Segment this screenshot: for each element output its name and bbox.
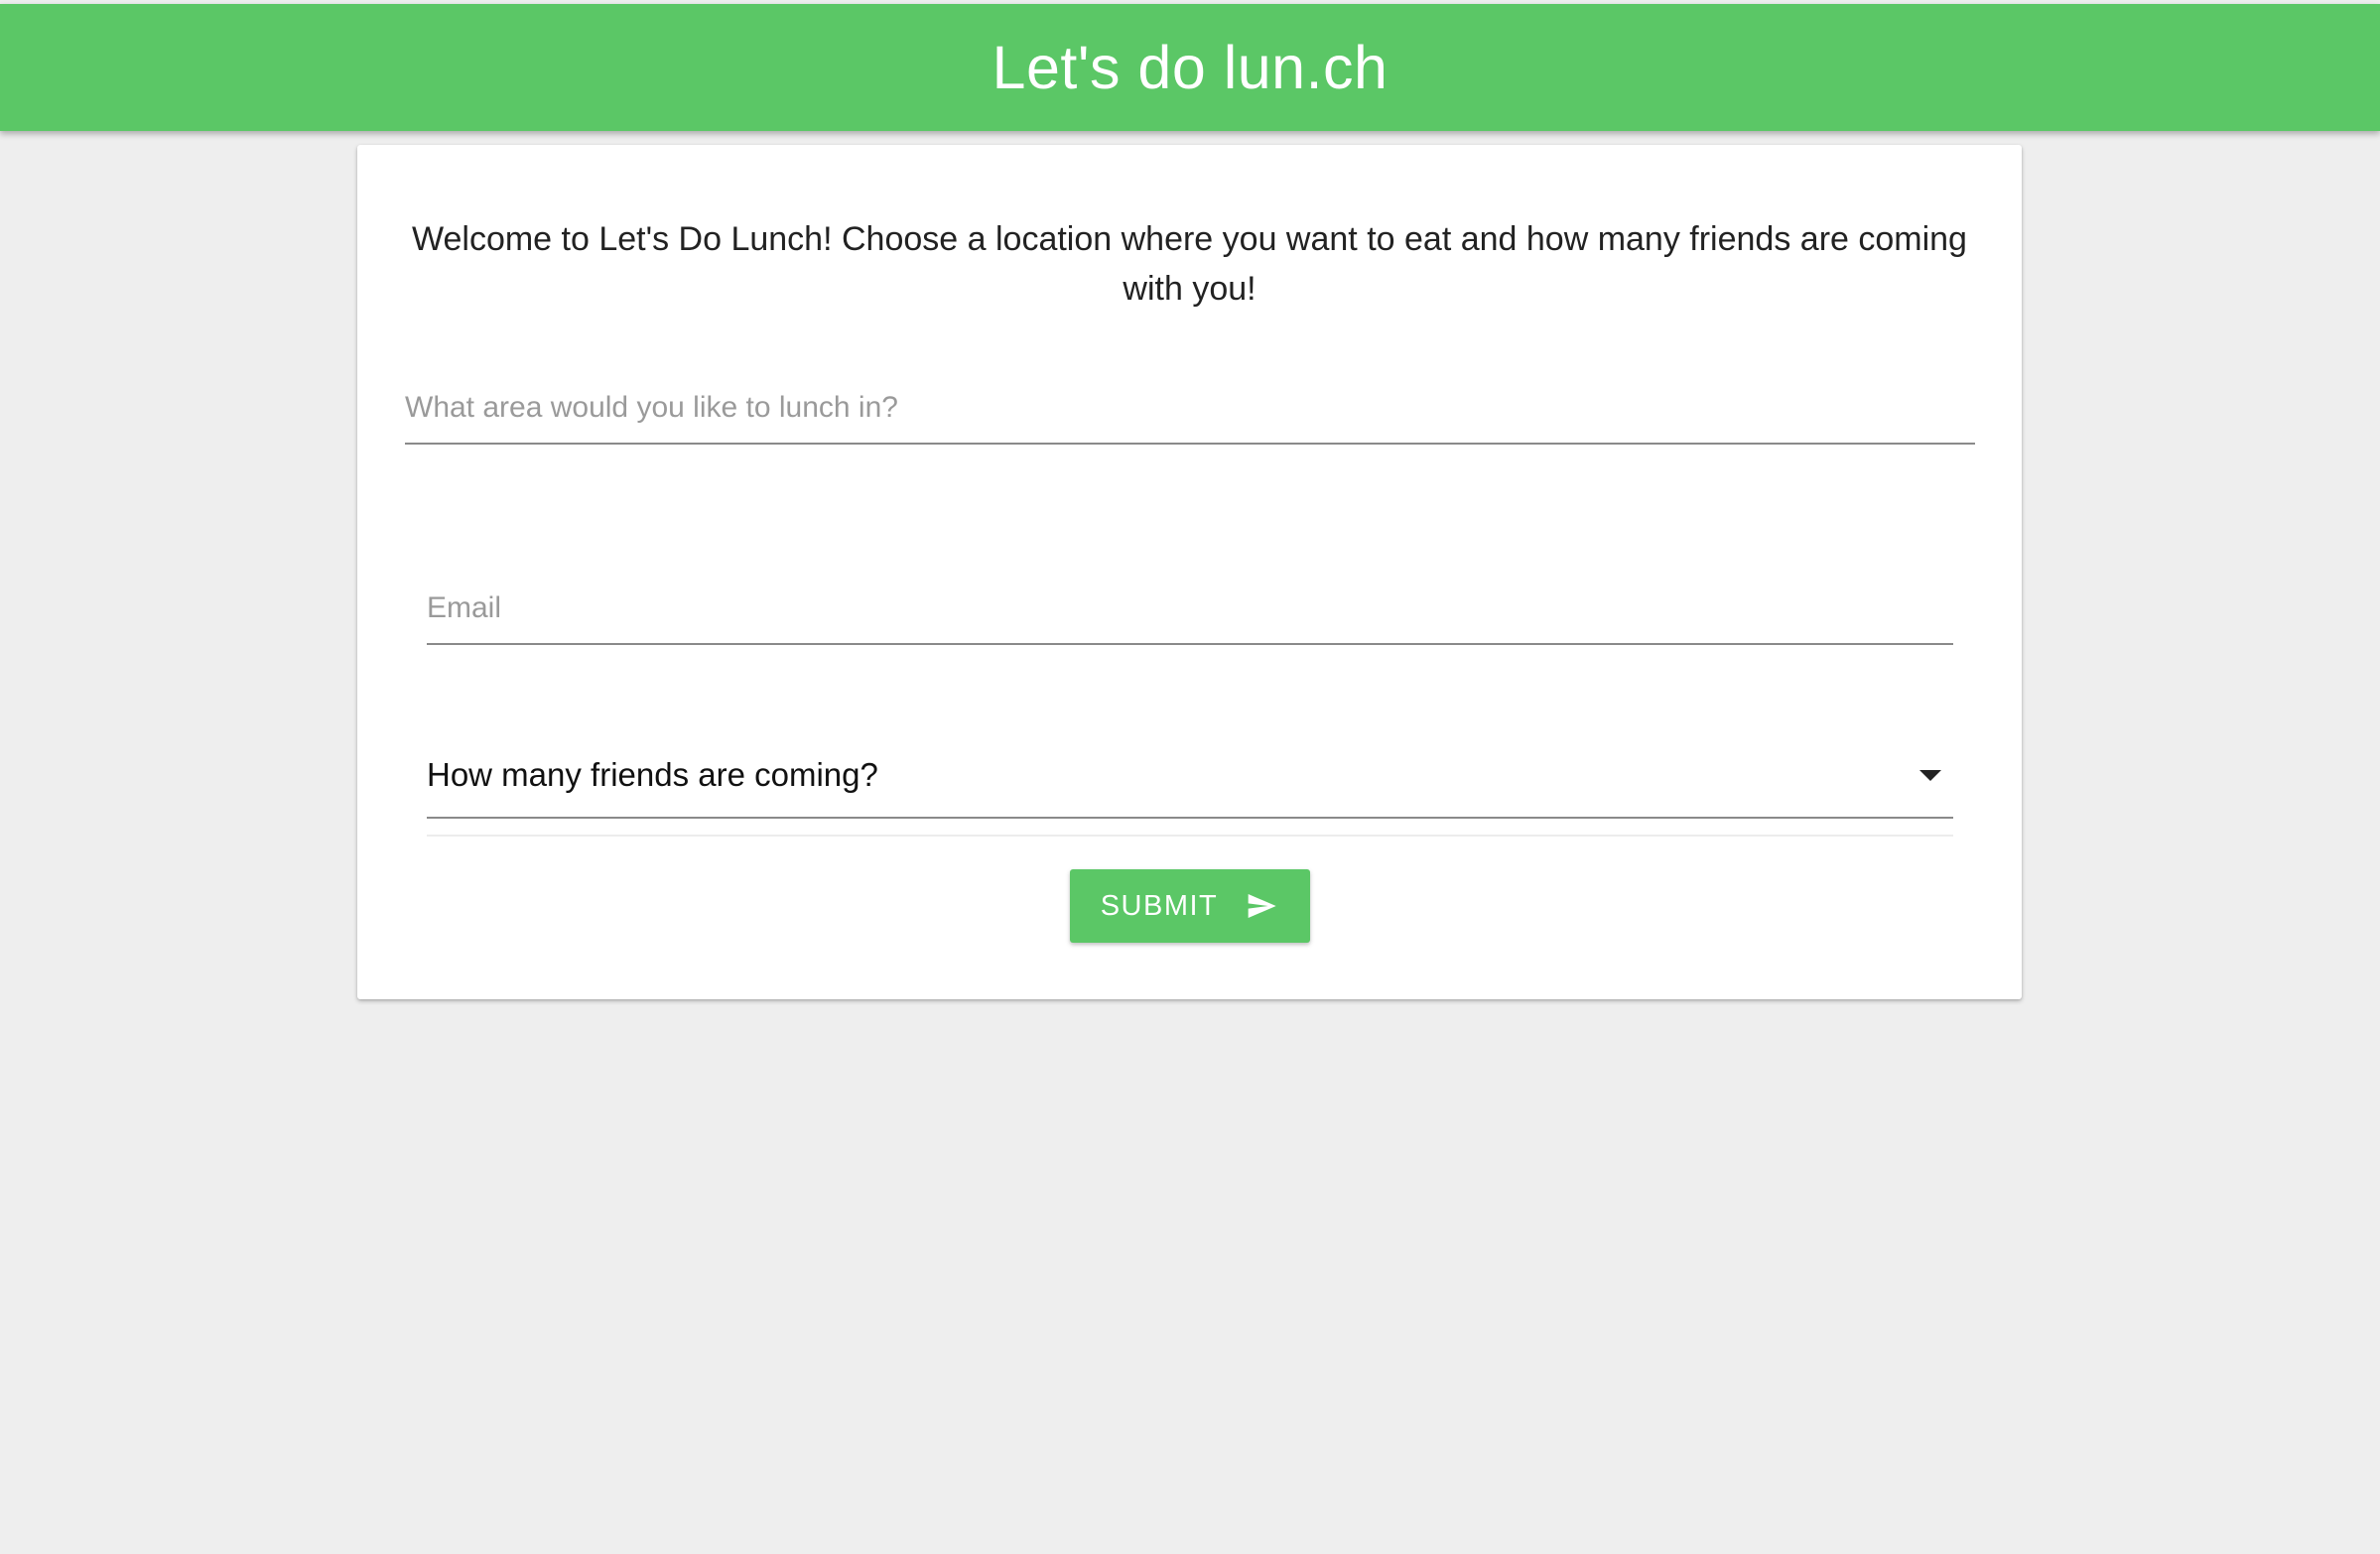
app-title: Let's do lun.ch — [992, 34, 1388, 101]
friends-count-select[interactable]: How many friends are coming? — [427, 740, 1953, 819]
email-input[interactable] — [427, 574, 1953, 643]
send-icon — [1244, 890, 1279, 922]
app-header: Let's do lun.ch — [0, 4, 2380, 131]
submit-button-label: SUBMIT — [1100, 889, 1219, 922]
area-input[interactable] — [405, 373, 1975, 443]
lunch-form-card: Welcome to Let's Do Lunch! Choose a loca… — [357, 145, 2022, 999]
friends-count-label: How many friends are coming? — [427, 756, 878, 793]
submit-button[interactable]: SUBMIT — [1070, 869, 1310, 943]
caret-down-icon — [1919, 770, 1941, 781]
email-field — [427, 574, 1953, 645]
area-field — [405, 373, 1975, 445]
welcome-message: Welcome to Let's Do Lunch! Choose a loca… — [412, 220, 1967, 308]
divider — [427, 835, 1953, 837]
